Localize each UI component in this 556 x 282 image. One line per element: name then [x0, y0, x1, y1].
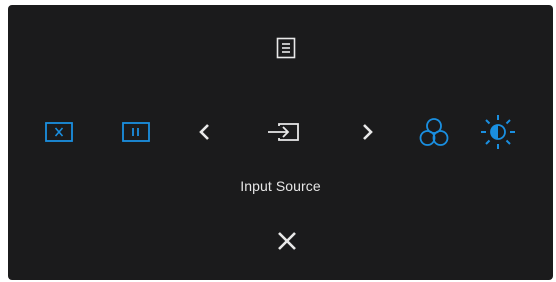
input-source-icon: [267, 122, 301, 142]
menu-button[interactable]: [275, 36, 297, 60]
shortcut-pip-split-button[interactable]: [121, 120, 151, 144]
color-settings-icon: [418, 116, 450, 148]
menu-icon: [276, 37, 296, 59]
close-icon: [277, 231, 297, 251]
selected-function-label: Input Source: [240, 178, 321, 194]
chevron-right-icon: [362, 123, 374, 141]
monitor-osd-panel: Input Source: [8, 5, 553, 280]
pip-split-icon: [122, 122, 150, 142]
chevron-left-icon: [198, 123, 210, 141]
picture-in-picture-off-icon: [45, 122, 73, 142]
previous-button[interactable]: [196, 120, 212, 144]
brightness-contrast-button[interactable]: [480, 114, 516, 150]
exit-button[interactable]: [276, 230, 298, 252]
brightness-contrast-icon: [480, 114, 516, 150]
color-settings-button[interactable]: [418, 115, 450, 149]
next-button[interactable]: [360, 120, 376, 144]
input-source-button[interactable]: [266, 120, 302, 144]
shortcut-pip-off-button[interactable]: [44, 120, 74, 144]
